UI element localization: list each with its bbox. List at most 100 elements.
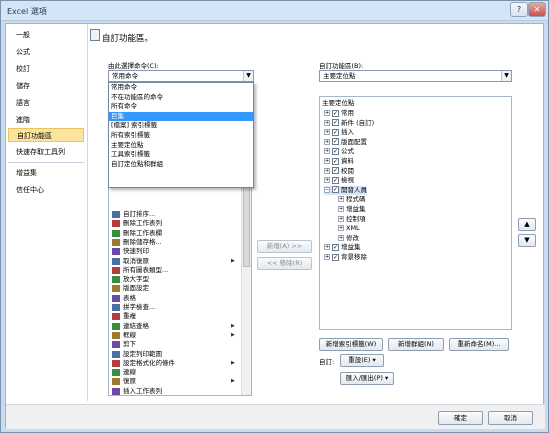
choose-commands-label: 由此選擇命令(C): — [108, 62, 159, 70]
delete-cells-icon — [112, 238, 120, 246]
commands-list[interactable]: 自訂排序... 刪除工作表列 刪除工作表欄 刪除儲存格... 快速列印 取消復原 ▶ 所有圖表… — [108, 186, 252, 396]
nav-item-formulas[interactable]: 公式 — [8, 45, 84, 59]
tree-tab-node[interactable]: − ✓ 開發人員 — [324, 185, 367, 196]
tab-checkbox[interactable]: ✓ — [332, 147, 339, 155]
tree-tab-node[interactable]: + ✓ 新件 (自訂) — [324, 119, 374, 129]
rename-button[interactable]: 重新命名(M)... — [449, 338, 509, 351]
nav-item-trust-center[interactable]: 信任中心 — [8, 183, 84, 197]
tab-checkbox[interactable]: ✓ — [332, 109, 339, 117]
dropdown-option[interactable]: 工具索引標籤 — [109, 150, 253, 160]
customize-ribbon-combo[interactable]: 主要定位點 ▼ — [319, 70, 512, 82]
expand-icon[interactable]: + — [338, 215, 344, 222]
expand-icon[interactable]: + — [324, 177, 330, 184]
commands-scrollbar[interactable] — [241, 187, 251, 395]
expand-icon[interactable]: + — [324, 129, 330, 136]
tree-tab-node[interactable]: + ✓ 資料 — [324, 157, 354, 167]
tab-checkbox[interactable]: ✓ — [332, 253, 339, 261]
import-export-button[interactable]: 匯入/匯出(P) ▾ — [340, 372, 394, 385]
options-nav: 一般 公式 校訂 儲存 語言 進階 自訂功能區 快速存取工具列 增益集 信任中心 — [6, 24, 88, 401]
expand-icon[interactable]: + — [324, 110, 330, 116]
page-setup-icon — [112, 285, 120, 293]
tree-tab-node[interactable]: + ✓ 公式 — [324, 147, 354, 157]
nav-item-advanced[interactable]: 進階 — [8, 113, 84, 127]
tab-checkbox[interactable]: ✓ — [332, 167, 339, 175]
dropdown-option[interactable]: 所有命令 — [109, 102, 253, 112]
quick-print-icon — [112, 248, 120, 256]
window-title: Excel 選項 — [7, 7, 47, 16]
tree-tab-node[interactable]: + ✓ 校閱 — [324, 167, 354, 177]
tree-group-node[interactable]: + 控制項 — [338, 215, 366, 225]
expand-icon[interactable]: + — [324, 138, 330, 145]
move-up-button[interactable]: ▲ — [518, 218, 536, 231]
tree-tab-node[interactable]: + ✓ 增益集 — [324, 243, 361, 253]
remove-button[interactable]: << 移除(R) — [257, 257, 312, 270]
dropdown-option[interactable]: 自訂定位點和群組 — [109, 160, 253, 170]
tree-group-node[interactable]: + 增益集 — [338, 205, 366, 215]
expand-icon[interactable]: + — [338, 234, 344, 241]
expand-icon[interactable]: + — [324, 158, 330, 164]
reset-button[interactable]: 重設(E) ▾ — [340, 354, 384, 367]
new-tab-button[interactable]: 新增索引標籤(W) — [319, 338, 383, 351]
move-down-button[interactable]: ▼ — [518, 234, 536, 247]
redo-icon — [112, 313, 120, 321]
nav-item-customize-ribbon[interactable]: 自訂功能區 — [8, 128, 84, 142]
expand-icon[interactable]: + — [324, 148, 330, 155]
choose-commands-dropdown[interactable]: 常用命令 不在功能區的命令 所有命令 巨集 [檔案] 索引標籤 所有索引標籤 主… — [108, 82, 254, 188]
nav-item-proofing[interactable]: 校訂 — [8, 62, 84, 76]
ribbon-tree[interactable]: 主要定位點 + ✓ 常用 + ✓ 新件 (自訂) + ✓ 插入 + ✓ 版面配置 + ✓ 公式 + ✓ 資料 + ✓ 校… — [319, 96, 512, 330]
command-item[interactable]: 插入工作表列 — [109, 386, 237, 395]
ok-button[interactable]: 確定 — [438, 411, 483, 425]
tab-checkbox[interactable]: ✓ — [332, 186, 339, 194]
dropdown-option[interactable]: 常用命令 — [109, 83, 253, 93]
nav-divider — [8, 162, 84, 163]
nav-item-addins[interactable]: 增益集 — [8, 166, 84, 180]
help-button[interactable]: ? — [510, 2, 528, 17]
nav-item-language[interactable]: 語言 — [8, 96, 84, 110]
border-icon — [112, 331, 120, 339]
tree-group-node[interactable]: + 修改 — [338, 234, 359, 244]
dropdown-option[interactable]: [檔案] 索引標籤 — [109, 121, 253, 131]
expand-icon[interactable]: + — [324, 244, 330, 251]
expand-icon[interactable]: + — [338, 225, 344, 232]
chevron-down-icon[interactable]: ▼ — [501, 71, 511, 81]
font-grow-icon — [112, 276, 120, 284]
nav-item-general[interactable]: 一般 — [8, 28, 84, 42]
close-button[interactable]: ✕ — [528, 2, 546, 17]
tree-tab-node[interactable]: + ✓ 常用 — [324, 109, 354, 119]
tree-tab-node[interactable]: + ✓ 版面配置 — [324, 138, 367, 148]
tab-checkbox[interactable]: ✓ — [332, 119, 339, 127]
chevron-down-icon[interactable]: ▼ — [243, 71, 253, 81]
expand-icon[interactable]: + — [324, 119, 330, 126]
expand-icon[interactable]: + — [324, 167, 330, 174]
nav-item-quick-access-toolbar[interactable]: 快速存取工具列 — [8, 145, 84, 159]
page-title: 自訂功能區。 — [102, 34, 154, 44]
tree-group-node[interactable]: + XML — [338, 224, 360, 234]
undo-icon — [112, 257, 120, 265]
tree-tab-node[interactable]: + ✓ 背景移除 — [324, 253, 367, 263]
choose-commands-combo[interactable]: 常用命令 ▼ — [108, 70, 254, 82]
tab-checkbox[interactable]: ✓ — [332, 128, 339, 136]
dropdown-option-highlighted[interactable]: 巨集 — [109, 111, 253, 122]
dropdown-option[interactable]: 所有索引標籤 — [109, 131, 253, 141]
dropdown-option[interactable]: 主要定位點 — [109, 141, 253, 151]
new-group-button[interactable]: 新增群組(N) — [388, 338, 444, 351]
tree-group-node[interactable]: + 程式碼 — [338, 195, 366, 205]
dropdown-option[interactable]: 不在功能區的命令 — [109, 93, 253, 103]
tab-checkbox[interactable]: ✓ — [332, 138, 339, 146]
dialog-footer: 確定 取消 — [6, 404, 545, 429]
tree-tab-node[interactable]: + ✓ 檢視 — [324, 176, 354, 186]
expand-icon[interactable]: + — [324, 254, 330, 260]
cancel-button[interactable]: 取消 — [488, 411, 533, 425]
scroll-thumb[interactable] — [243, 187, 250, 267]
tab-checkbox[interactable]: ✓ — [332, 176, 339, 184]
tree-tab-node[interactable]: + ✓ 插入 — [324, 128, 354, 138]
tab-checkbox[interactable]: ✓ — [332, 157, 339, 165]
tree-node-label: 校閱 — [341, 166, 354, 175]
expand-icon[interactable]: + — [338, 196, 344, 203]
excel-options-window: Excel 選項 ? ✕ 一般 公式 校訂 儲存 語言 進階 自訂功能區 快速存… — [0, 0, 549, 433]
nav-item-save[interactable]: 儲存 — [8, 79, 84, 93]
expand-icon[interactable]: + — [338, 206, 344, 212]
add-button[interactable]: 新增(A) >> — [257, 240, 312, 253]
tab-checkbox[interactable]: ✓ — [332, 243, 339, 251]
collapse-icon[interactable]: − — [324, 186, 330, 193]
